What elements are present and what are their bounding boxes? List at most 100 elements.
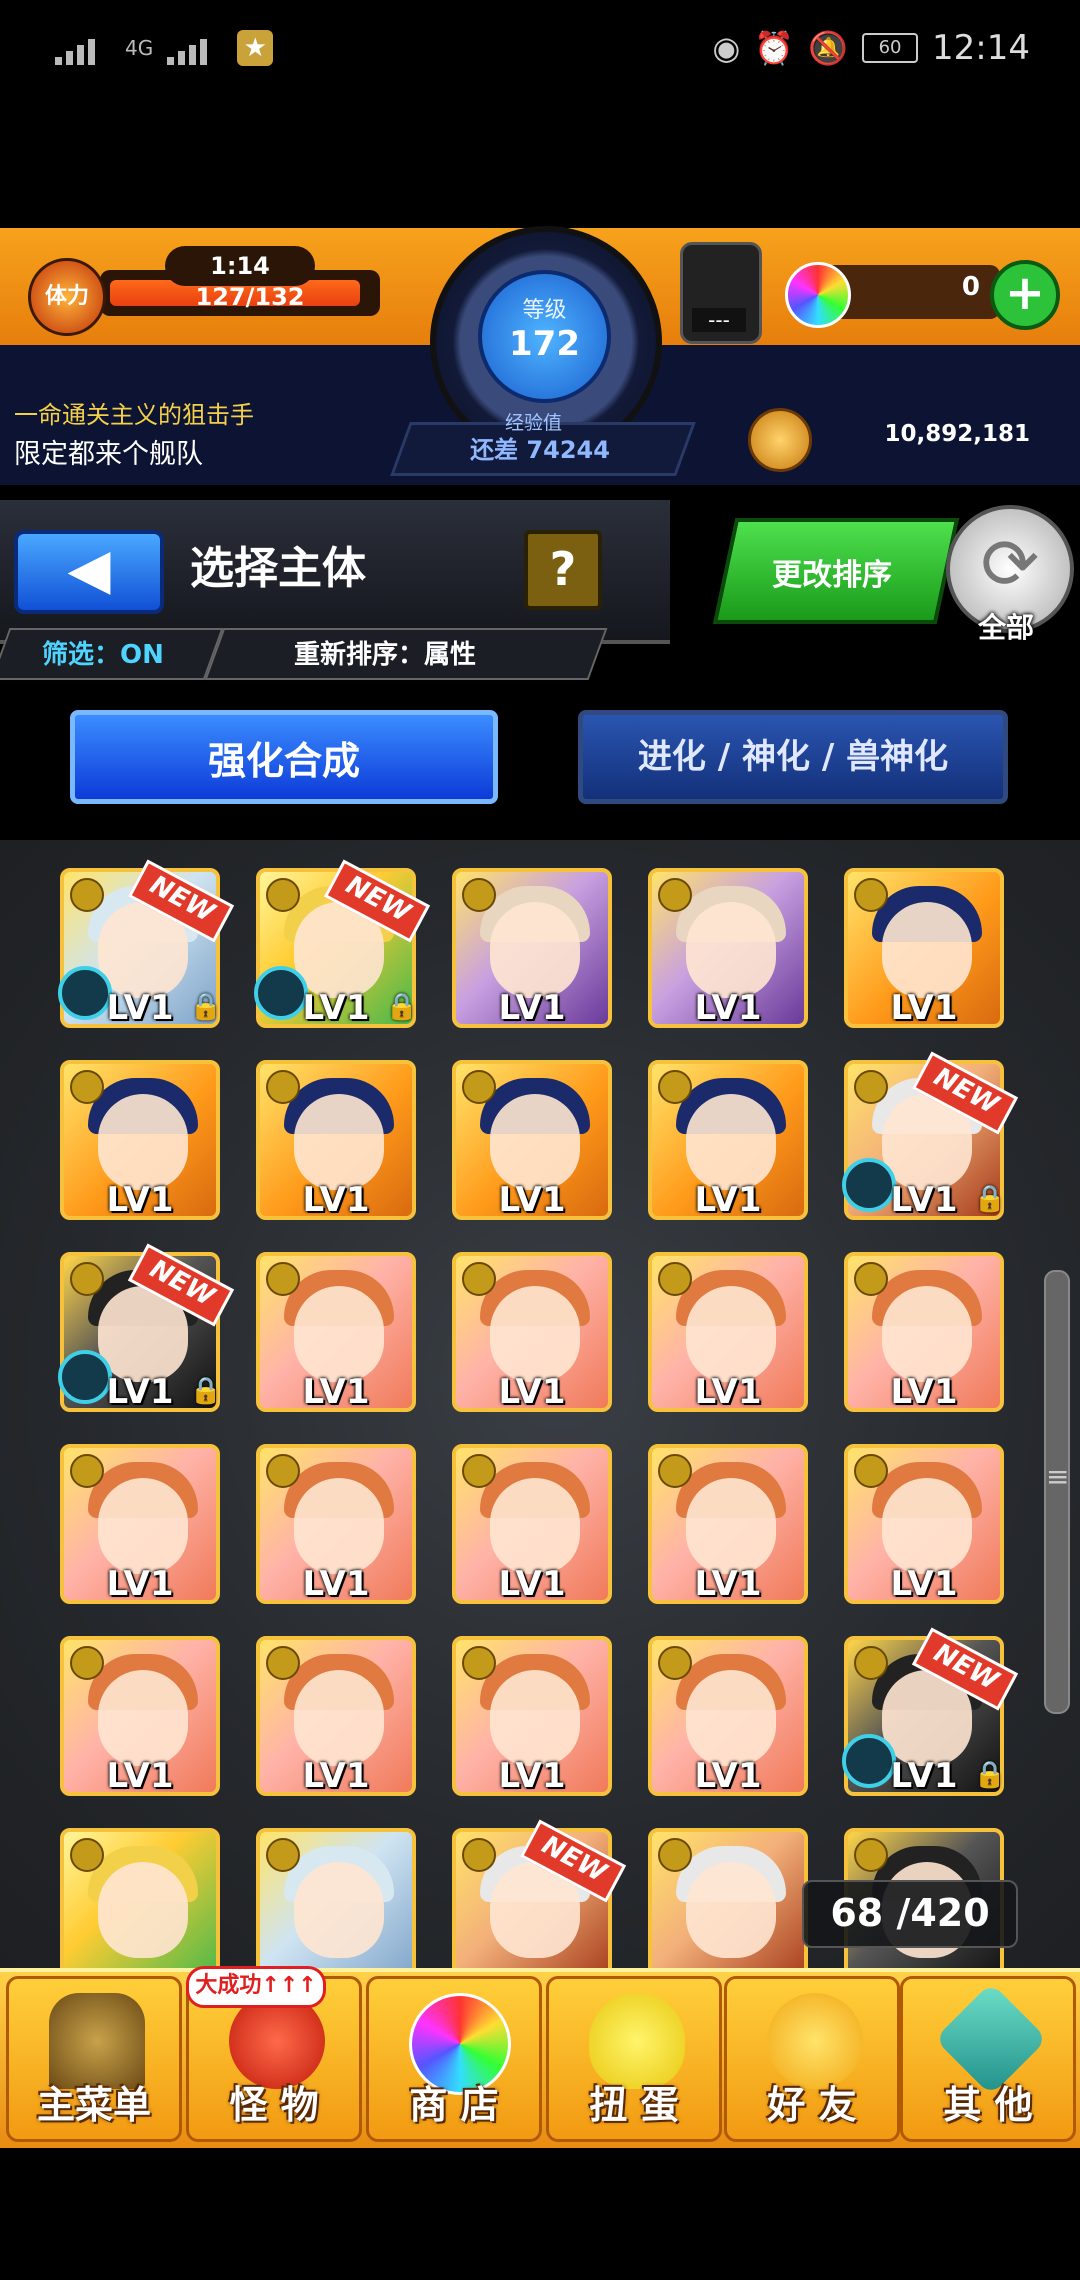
monster-portrait (98, 1862, 188, 1958)
all-button-label[interactable]: 全部 (946, 606, 1066, 646)
nav-other[interactable]: 其 他 (900, 1976, 1076, 2142)
monster-card[interactable]: LV1 (256, 1636, 416, 1796)
monster-level: LV1 (890, 988, 958, 1028)
monster-portrait (490, 1670, 580, 1766)
monster-portrait (686, 902, 776, 998)
level-badge[interactable]: 等级 172 (478, 270, 611, 403)
monster-card[interactable]: LV1 (648, 1636, 808, 1796)
stamina-timer: 1:14 (165, 246, 315, 286)
monster-card[interactable]: LV1 (452, 1636, 612, 1796)
monster-portrait (98, 1094, 188, 1190)
monster-card[interactable] (648, 1828, 808, 1970)
element-icon (70, 1070, 104, 1104)
monster-card[interactable]: LV1 NEW 🔒 (58, 859, 235, 1028)
monster-card[interactable] (256, 1828, 416, 1970)
monster-level: LV1 (498, 1372, 566, 1412)
monster-portrait (294, 1286, 384, 1382)
element-icon (658, 1838, 692, 1872)
monster-level: LV1 (694, 1564, 762, 1604)
tab-enhance[interactable]: 强化合成 (70, 710, 498, 804)
monster-card[interactable]: LV1 (452, 1252, 612, 1412)
level-number: 172 (509, 324, 580, 364)
monster-card[interactable]: LV1 (452, 1444, 612, 1604)
element-icon (462, 878, 496, 912)
potion-value: --- (692, 308, 746, 332)
monster-card[interactable]: LV1 (648, 868, 808, 1028)
monster-card[interactable]: LV1 (844, 1444, 1004, 1604)
exp-remaining: 还差 74244 (470, 436, 610, 464)
monster-card[interactable]: LV1 NEW 🔒 (842, 1051, 1019, 1220)
monster-portrait (490, 1478, 580, 1574)
element-icon (658, 1646, 692, 1680)
monster-card[interactable] (60, 1828, 220, 1970)
monster-card[interactable]: LV1 (60, 1636, 220, 1796)
element-icon (854, 1646, 888, 1680)
monster-card[interactable]: LV1 (452, 1060, 612, 1220)
tab-evolve[interactable]: 进化 / 神化 / 兽神化 (578, 710, 1008, 804)
element-icon (854, 1070, 888, 1104)
scroll-grip-icon[interactable]: ≡ (1046, 1460, 1069, 1493)
change-sort-label[interactable]: 更改排序 (724, 550, 940, 594)
element-icon (462, 1646, 496, 1680)
status-bar: 4G ★ ◉ ⏰ 🔕 60 12:14 (0, 0, 1080, 95)
element-icon (266, 878, 300, 912)
monster-portrait (98, 1478, 188, 1574)
monster-level: LV1 (694, 1180, 762, 1220)
monster-card[interactable]: LV1 (648, 1252, 808, 1412)
monster-card[interactable]: LV1 (60, 1444, 220, 1604)
sort-label: 重新排序：属性 (294, 640, 477, 670)
level-label: 等级 (522, 298, 567, 323)
monster-card[interactable]: LV1 (256, 1060, 416, 1220)
monster-card[interactable]: LV1 NEW 🔒 (58, 1243, 235, 1412)
element-icon (266, 1838, 300, 1872)
monster-level: LV1 (694, 988, 762, 1028)
stamina-icon: 体力 (28, 258, 106, 336)
monster-portrait (98, 1670, 188, 1766)
nav-label: 好 友 (767, 2083, 857, 2127)
monster-portrait (686, 1478, 776, 1574)
nav-label: 扭 蛋 (589, 2083, 679, 2127)
monster-portrait (686, 1670, 776, 1766)
news-ticker-line1[interactable]: 一命通关主义的狙击手 (14, 395, 254, 430)
monster-level: LV1 (694, 1756, 762, 1796)
great-success-badge: 大成功↑↑↑ (186, 1966, 326, 2008)
monster-card[interactable]: LV1 NEW 🔒 (254, 859, 431, 1028)
monster-portrait (882, 1286, 972, 1382)
nav-gacha[interactable]: 扭 蛋 (546, 1976, 722, 2142)
monster-portrait (686, 1862, 776, 1958)
element-icon (266, 1646, 300, 1680)
monster-card[interactable]: LV1 (648, 1444, 808, 1604)
monster-level: LV1 (302, 1564, 370, 1604)
lock-icon: 🔒 (385, 992, 418, 1022)
monster-level: LV1 (498, 1180, 566, 1220)
monster-card[interactable]: LV1 (844, 868, 1004, 1028)
monster-level: LV1 (106, 1564, 174, 1604)
monster-card[interactable]: LV1 (648, 1060, 808, 1220)
help-button[interactable]: ? (524, 530, 602, 610)
element-icon (70, 1646, 104, 1680)
monster-level: LV1 (106, 1180, 174, 1220)
element-icon (266, 1454, 300, 1488)
monster-card[interactable]: LV1 (844, 1252, 1004, 1412)
back-button[interactable]: ◀ (14, 530, 164, 614)
monster-portrait (686, 1286, 776, 1382)
monster-card[interactable]: LV1 NEW 🔒 (842, 1627, 1019, 1796)
clock: 12:14 (932, 27, 1030, 68)
monster-card[interactable]: LV1 (60, 1060, 220, 1220)
monster-level: LV1 (302, 1756, 370, 1796)
monster-level: LV1 (498, 988, 566, 1028)
nav-friends[interactable]: 好 友 (724, 1976, 900, 2142)
nav-shop[interactable]: 商 店 (366, 1976, 542, 2142)
monster-card[interactable]: NEW (452, 1819, 627, 1970)
monster-portrait (294, 1670, 384, 1766)
filter-status[interactable]: 筛选：ON (42, 634, 164, 671)
monster-card[interactable]: LV1 (452, 868, 612, 1028)
monster-card[interactable]: LV1 (256, 1444, 416, 1604)
news-ticker-line2[interactable]: 限定都来个舰队 (14, 432, 203, 471)
gold-amount: 10,892,181 (884, 421, 1030, 447)
nav-main-menu[interactable]: 主菜单 (6, 1976, 182, 2142)
monster-grid: LV1 NEW 🔒 LV1 NEW 🔒 LV1 LV1 LV1 LV1 LV1 LV1 LV1 LV1 NE… (0, 840, 1080, 1970)
monster-card[interactable]: LV1 (256, 1252, 416, 1412)
buy-orb-button[interactable]: + (990, 260, 1060, 330)
element-icon (70, 878, 104, 912)
